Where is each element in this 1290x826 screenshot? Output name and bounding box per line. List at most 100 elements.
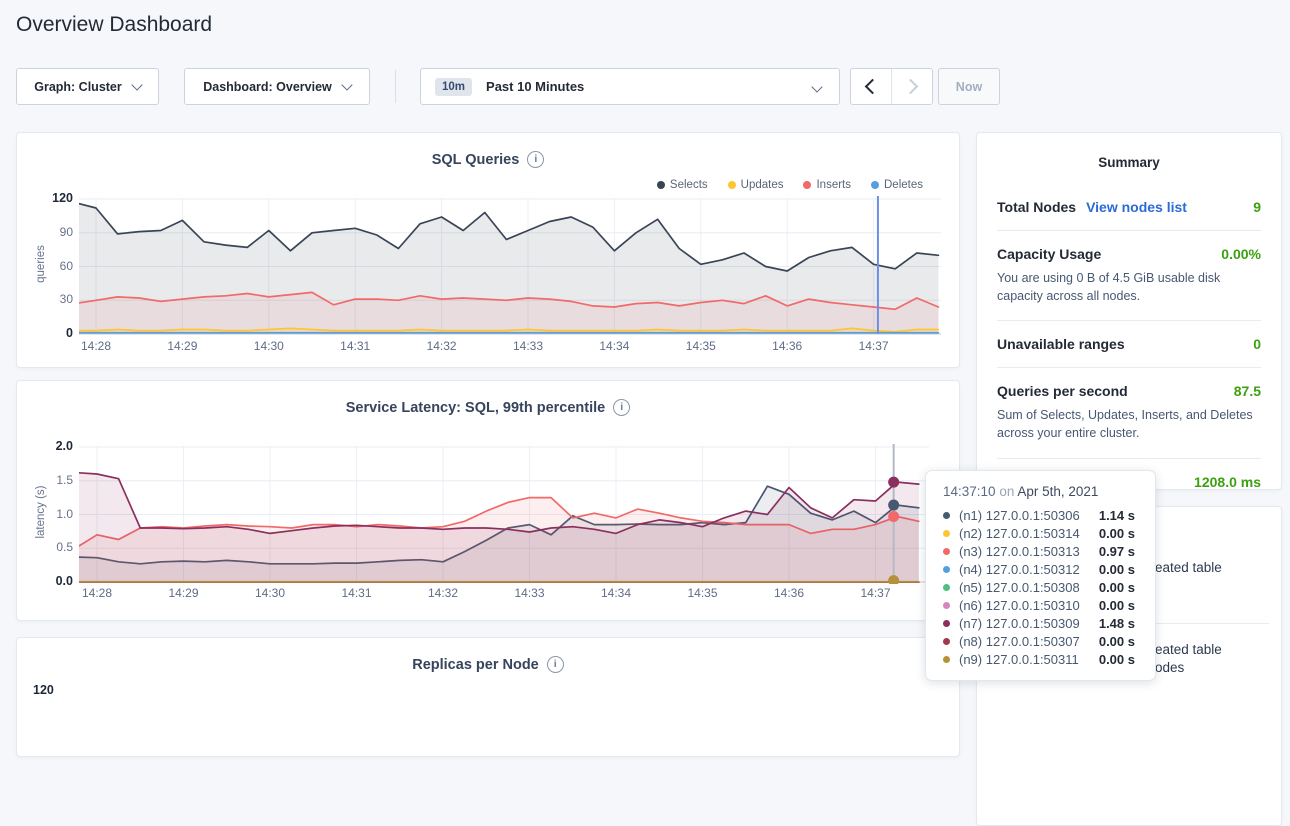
chevron-right-icon xyxy=(903,79,919,95)
series-dot-icon xyxy=(943,620,950,627)
series-dot-icon xyxy=(943,530,950,537)
legend-dot-icon xyxy=(803,181,811,189)
now-button[interactable]: Now xyxy=(938,68,1000,105)
tooltip-row: (n3) 127.0.0.1:503130.97 s xyxy=(943,542,1143,560)
series-dot-icon xyxy=(943,602,950,609)
crosshair-dot xyxy=(888,511,899,522)
summary-panel: Summary Total Nodes View nodes list 9 Ca… xyxy=(976,132,1282,490)
time-range-badge: 10m xyxy=(435,78,472,96)
time-prev-button[interactable] xyxy=(851,69,891,104)
chart-tooltip: 14:37:10 on Apr 5th, 2021 (n1) 127.0.0.1… xyxy=(925,470,1156,681)
time-nav-group xyxy=(850,68,933,105)
tooltip-on: on xyxy=(999,484,1014,499)
chevron-down-icon xyxy=(811,81,822,92)
sql-queries-plot[interactable] xyxy=(79,196,941,336)
tooltip-row: (n2) 127.0.0.1:503140.00 s xyxy=(943,524,1143,542)
tooltip-row: (n6) 127.0.0.1:50310 0.00 s xyxy=(943,596,1143,614)
legend-dot-icon xyxy=(728,181,736,189)
toolbar-divider xyxy=(395,70,396,103)
x-tick-label: 14:28 xyxy=(73,586,121,600)
service-latency-title: Service Latency: SQL, 99th percentile xyxy=(346,400,606,416)
time-range-label: Past 10 Minutes xyxy=(486,79,584,94)
crosshair-dot xyxy=(888,477,899,488)
time-range-dropdown[interactable]: 10m Past 10 Minutes xyxy=(420,68,840,105)
qps-value: 87.5 xyxy=(1234,383,1261,399)
p99-latency-value: 1208.0 ms xyxy=(1194,474,1261,490)
sql-queries-title-row: SQL Queries i xyxy=(17,151,959,168)
sql-queries-svg xyxy=(79,196,941,336)
info-icon[interactable]: i xyxy=(613,399,630,416)
x-tick-label: 14:37 xyxy=(850,339,898,353)
tooltip-node-value: 0.00 s xyxy=(1099,598,1143,613)
legend-label: Deletes xyxy=(884,179,923,191)
replicas-partial-ytick: 120 xyxy=(33,683,54,697)
legend-dot-icon xyxy=(871,181,879,189)
info-icon[interactable]: i xyxy=(547,656,564,673)
series-dot-icon xyxy=(943,656,950,663)
tooltip-row: (n9) 127.0.0.1:503110.00 s xyxy=(943,650,1143,668)
x-tick-label: 14:32 xyxy=(418,339,466,353)
y-tick-label: 0.0 xyxy=(33,574,73,588)
chevron-down-icon xyxy=(341,79,352,90)
tooltip-node-label: (n3) 127.0.0.1:50313 xyxy=(959,544,1080,559)
y-axis-label: queries xyxy=(35,204,47,324)
x-tick-label: 14:29 xyxy=(158,339,206,353)
tooltip-row: (n8) 127.0.0.1:503070.00 s xyxy=(943,632,1143,650)
legend-item: Inserts xyxy=(803,179,851,191)
tooltip-row: (n7) 127.0.0.1:503091.48 s xyxy=(943,614,1143,632)
tooltip-node-value: 0.00 s xyxy=(1099,526,1143,541)
series-dot-icon xyxy=(943,584,950,591)
capacity-usage-value: 0.00% xyxy=(1221,246,1261,262)
x-tick-label: 14:29 xyxy=(160,586,208,600)
sql-queries-legend: SelectsUpdatesInsertsDeletes xyxy=(657,179,923,191)
graph-dropdown-label: Graph: Cluster xyxy=(34,80,122,94)
tooltip-time: 14:37:10 xyxy=(943,484,996,499)
chevron-down-icon xyxy=(131,79,142,90)
y-tick-label: 2.0 xyxy=(33,439,73,453)
service-latency-title-row: Service Latency: SQL, 99th percentile i xyxy=(17,399,959,416)
crosshair-dot xyxy=(888,500,899,511)
y-tick-label: 120 xyxy=(33,191,73,205)
info-icon[interactable]: i xyxy=(527,151,544,168)
capacity-usage-label: Capacity Usage xyxy=(997,246,1101,262)
tooltip-row: (n4) 127.0.0.1:503120.00 s xyxy=(943,560,1143,578)
dashboard-dropdown[interactable]: Dashboard: Overview xyxy=(184,68,370,105)
x-tick-label: 14:35 xyxy=(679,586,727,600)
tooltip-row: (n5) 127.0.0.1:50308 0.00 s xyxy=(943,578,1143,596)
series-dot-icon xyxy=(943,512,950,519)
x-tick-label: 14:37 xyxy=(852,586,900,600)
x-tick-label: 14:35 xyxy=(677,339,725,353)
tooltip-node-label: (n5) 127.0.0.1:50308 xyxy=(959,580,1080,595)
x-tick-label: 14:36 xyxy=(765,586,813,600)
x-tick-label: 14:33 xyxy=(506,586,554,600)
tooltip-node-label: (n8) 127.0.0.1:50307 xyxy=(959,634,1080,649)
summary-title: Summary xyxy=(977,133,1281,170)
y-tick-label: 0 xyxy=(33,326,73,340)
x-tick-label: 14:32 xyxy=(419,586,467,600)
series-dot-icon xyxy=(943,566,950,573)
tooltip-node-label: (n9) 127.0.0.1:50311 xyxy=(959,652,1079,667)
x-tick-label: 14:33 xyxy=(504,339,552,353)
replicas-title-row: Replicas per Node i xyxy=(17,656,959,673)
service-latency-plot[interactable] xyxy=(79,444,929,584)
event-text-fragment: odes xyxy=(1155,660,1184,675)
capacity-usage-desc: You are using 0 B of 4.5 GiB usable disk… xyxy=(997,269,1261,305)
series-dot-icon xyxy=(943,638,950,645)
sql-queries-title: SQL Queries xyxy=(432,152,520,168)
unavailable-ranges-label: Unavailable ranges xyxy=(997,336,1125,352)
tooltip-row: (n1) 127.0.0.1:503061.14 s xyxy=(943,506,1143,524)
graph-dropdown[interactable]: Graph: Cluster xyxy=(16,68,159,105)
qps-label: Queries per second xyxy=(997,383,1128,399)
tooltip-node-label: (n6) 127.0.0.1:50310 xyxy=(959,598,1080,613)
tooltip-node-value: 0.00 s xyxy=(1099,580,1143,595)
dashboard-dropdown-label: Dashboard: Overview xyxy=(203,80,332,94)
tooltip-node-label: (n7) 127.0.0.1:50309 xyxy=(959,616,1080,631)
replicas-title: Replicas per Node xyxy=(412,657,539,673)
view-nodes-link[interactable]: View nodes list xyxy=(1086,199,1187,215)
tooltip-node-value: 1.14 s xyxy=(1099,508,1143,523)
qps-desc: Sum of Selects, Updates, Inserts, and De… xyxy=(997,406,1261,442)
time-next-button[interactable] xyxy=(891,69,932,104)
x-tick-label: 14:36 xyxy=(763,339,811,353)
total-nodes-label: Total Nodes xyxy=(997,199,1076,215)
service-latency-svg xyxy=(79,444,929,584)
